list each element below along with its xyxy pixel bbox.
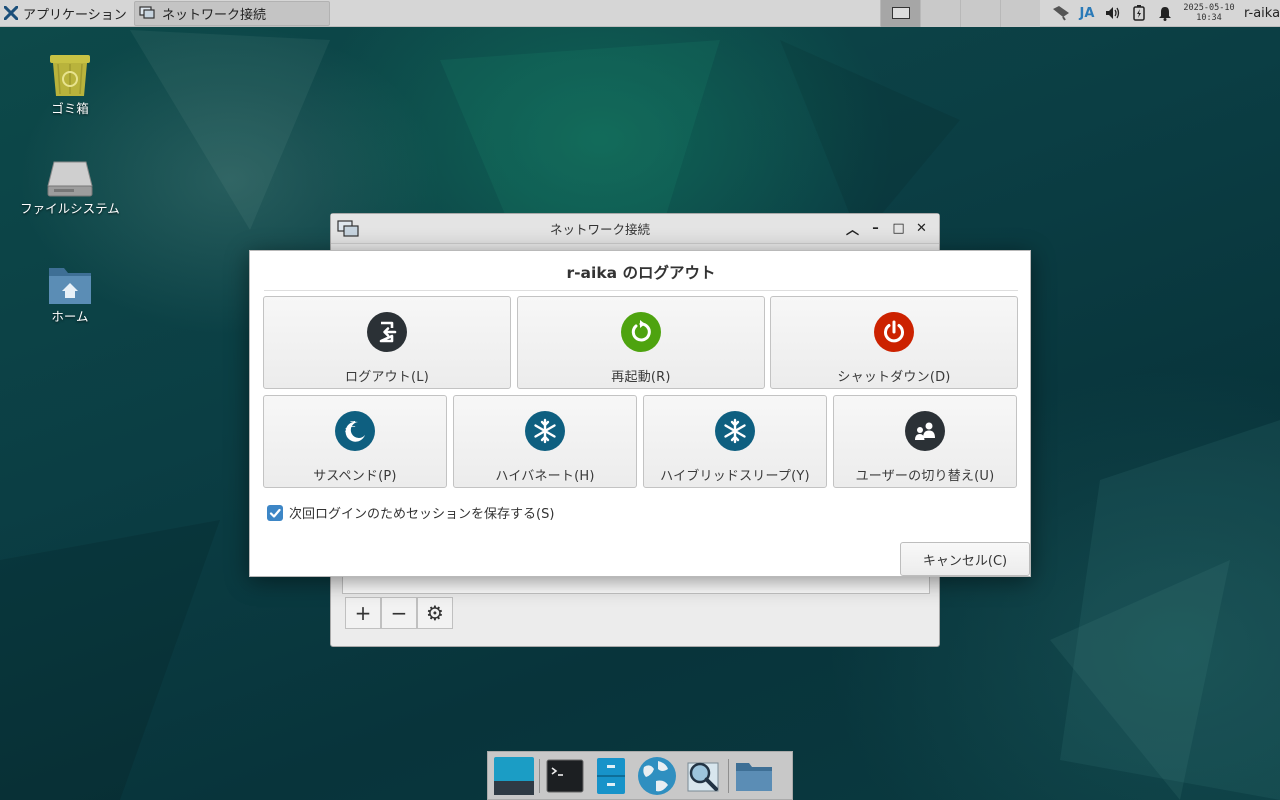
hybrid-sleep-button[interactable]: ハイブリッドスリープ(Y) <box>643 395 827 488</box>
snowflake-icon <box>525 411 565 451</box>
remove-connection-button[interactable]: − <box>381 597 417 629</box>
network-status-icon[interactable] <box>1048 5 1074 21</box>
maximize-button[interactable]: □ <box>887 221 910 236</box>
switch-user-icon <box>905 411 945 451</box>
logout-icon <box>367 312 407 352</box>
drive-icon <box>47 161 93 197</box>
save-session-checkbox[interactable]: 次回ログインのためセッションを保存する(S) <box>267 503 554 522</box>
logout-label: ログアウト(L) <box>345 370 429 385</box>
save-session-label: 次回ログインのためセッションを保存する(S) <box>289 507 555 522</box>
battery-icon[interactable] <box>1126 5 1152 21</box>
close-button[interactable]: ✕ <box>910 221 933 236</box>
workspace-switcher <box>880 0 1040 27</box>
window-titlebar[interactable]: ネットワーク接続 ︿ – □ ✕ <box>331 214 939 244</box>
moon-icon: z Z <box>335 411 375 451</box>
add-connection-button[interactable]: + <box>345 597 381 629</box>
dialog-title: r-aika のログアウト <box>264 261 1018 291</box>
user-menu[interactable]: r-aika <box>1238 6 1280 21</box>
snowflake-icon <box>715 411 755 451</box>
applications-menu[interactable]: アプリケーション <box>0 0 132 27</box>
desktop-icon-label: ホーム <box>51 309 89 324</box>
desktop-icon-label: ゴミ箱 <box>51 101 89 116</box>
cancel-button[interactable]: キャンセル(C) <box>900 542 1030 576</box>
desktop-icon-trash[interactable]: ゴミ箱 <box>15 52 125 115</box>
terminal-icon <box>546 759 584 792</box>
taskbar-item-network-connections[interactable]: ネットワーク接続 <box>134 0 330 26</box>
workspace-4[interactable] <box>1000 0 1040 27</box>
suspend-label: サスペンド(P) <box>313 469 397 484</box>
hybrid-sleep-label: ハイブリッドスリープ(Y) <box>660 469 810 484</box>
file-manager-icon <box>597 757 625 794</box>
hibernate-button[interactable]: ハイバネート(H) <box>453 395 637 488</box>
logout-dialog: r-aika のログアウト ログアウト(L) 再起動(R) シャットダウン(D) <box>249 250 1031 577</box>
taskbar-item-label: ネットワーク接続 <box>162 7 267 23</box>
minimize-button[interactable]: – <box>864 221 887 236</box>
xfce-logo-icon <box>4 6 18 20</box>
logout-button[interactable]: ログアウト(L) <box>263 296 511 389</box>
web-browser-icon <box>638 756 676 795</box>
terminal-button[interactable] <box>542 753 588 799</box>
clock-date: 2025-05-10 <box>1183 3 1235 13</box>
file-manager-button[interactable] <box>588 753 634 799</box>
desktop-icon-label: ファイルシステム <box>20 201 120 216</box>
input-method-label: JA <box>1079 5 1095 21</box>
hibernate-label: ハイバネート(H) <box>495 469 595 484</box>
edit-connection-button[interactable]: ⚙ <box>417 597 453 629</box>
clock[interactable]: 2025-05-10 10:34 <box>1180 3 1238 23</box>
clock-time: 10:34 <box>1196 13 1222 23</box>
shutdown-button[interactable]: シャットダウン(D) <box>770 296 1018 389</box>
folder-button[interactable] <box>731 753 777 799</box>
restart-icon <box>621 312 661 352</box>
show-desktop-button[interactable] <box>491 753 537 799</box>
svg-text:z: z <box>345 426 349 434</box>
shutdown-label: シャットダウン(D) <box>837 370 951 385</box>
switch-user-label: ユーザーの切り替え(U) <box>855 469 995 484</box>
shade-button[interactable]: ︿ <box>841 219 864 238</box>
workspace-1[interactable] <box>880 0 920 27</box>
applications-menu-label: アプリケーション <box>23 7 127 23</box>
search-icon <box>687 762 719 791</box>
switch-user-button[interactable]: ユーザーの切り替え(U) <box>833 395 1017 488</box>
suspend-button[interactable]: z Z サスペンド(P) <box>263 395 447 488</box>
connections-toolbar: + − ⚙ <box>345 597 453 629</box>
network-window-icon <box>337 219 359 237</box>
folder-icon <box>736 762 772 791</box>
search-button[interactable] <box>680 753 726 799</box>
notification-bell-icon[interactable] <box>1152 6 1178 21</box>
home-folder-icon <box>49 268 91 304</box>
input-method-indicator[interactable]: JA <box>1074 6 1100 21</box>
window-title: ネットワーク接続 <box>549 222 650 237</box>
power-icon <box>874 312 914 352</box>
svg-text:Z: Z <box>350 420 356 429</box>
restart-label: 再起動(R) <box>611 370 671 385</box>
restart-button[interactable]: 再起動(R) <box>517 296 765 389</box>
system-tray: JA 2025-05-10 10:34 r-aika <box>1040 0 1280 27</box>
workspace-2[interactable] <box>920 0 960 27</box>
trash-icon <box>50 55 90 96</box>
show-desktop-icon <box>494 756 534 795</box>
volume-icon[interactable] <box>1100 6 1126 20</box>
workspace-window-preview <box>891 7 910 19</box>
workspace-3[interactable] <box>960 0 1000 27</box>
checkbox-checked-icon[interactable] <box>267 504 283 521</box>
network-window-icon <box>139 6 155 19</box>
dock <box>487 751 793 800</box>
web-browser-button[interactable] <box>634 753 680 799</box>
top-panel: アプリケーション ネットワーク接続 JA 2025-05-10 10:34 r-… <box>0 0 1280 27</box>
desktop-icon-filesystem[interactable]: ファイルシステム <box>15 160 125 215</box>
desktop-icon-home[interactable]: ホーム <box>15 264 125 323</box>
